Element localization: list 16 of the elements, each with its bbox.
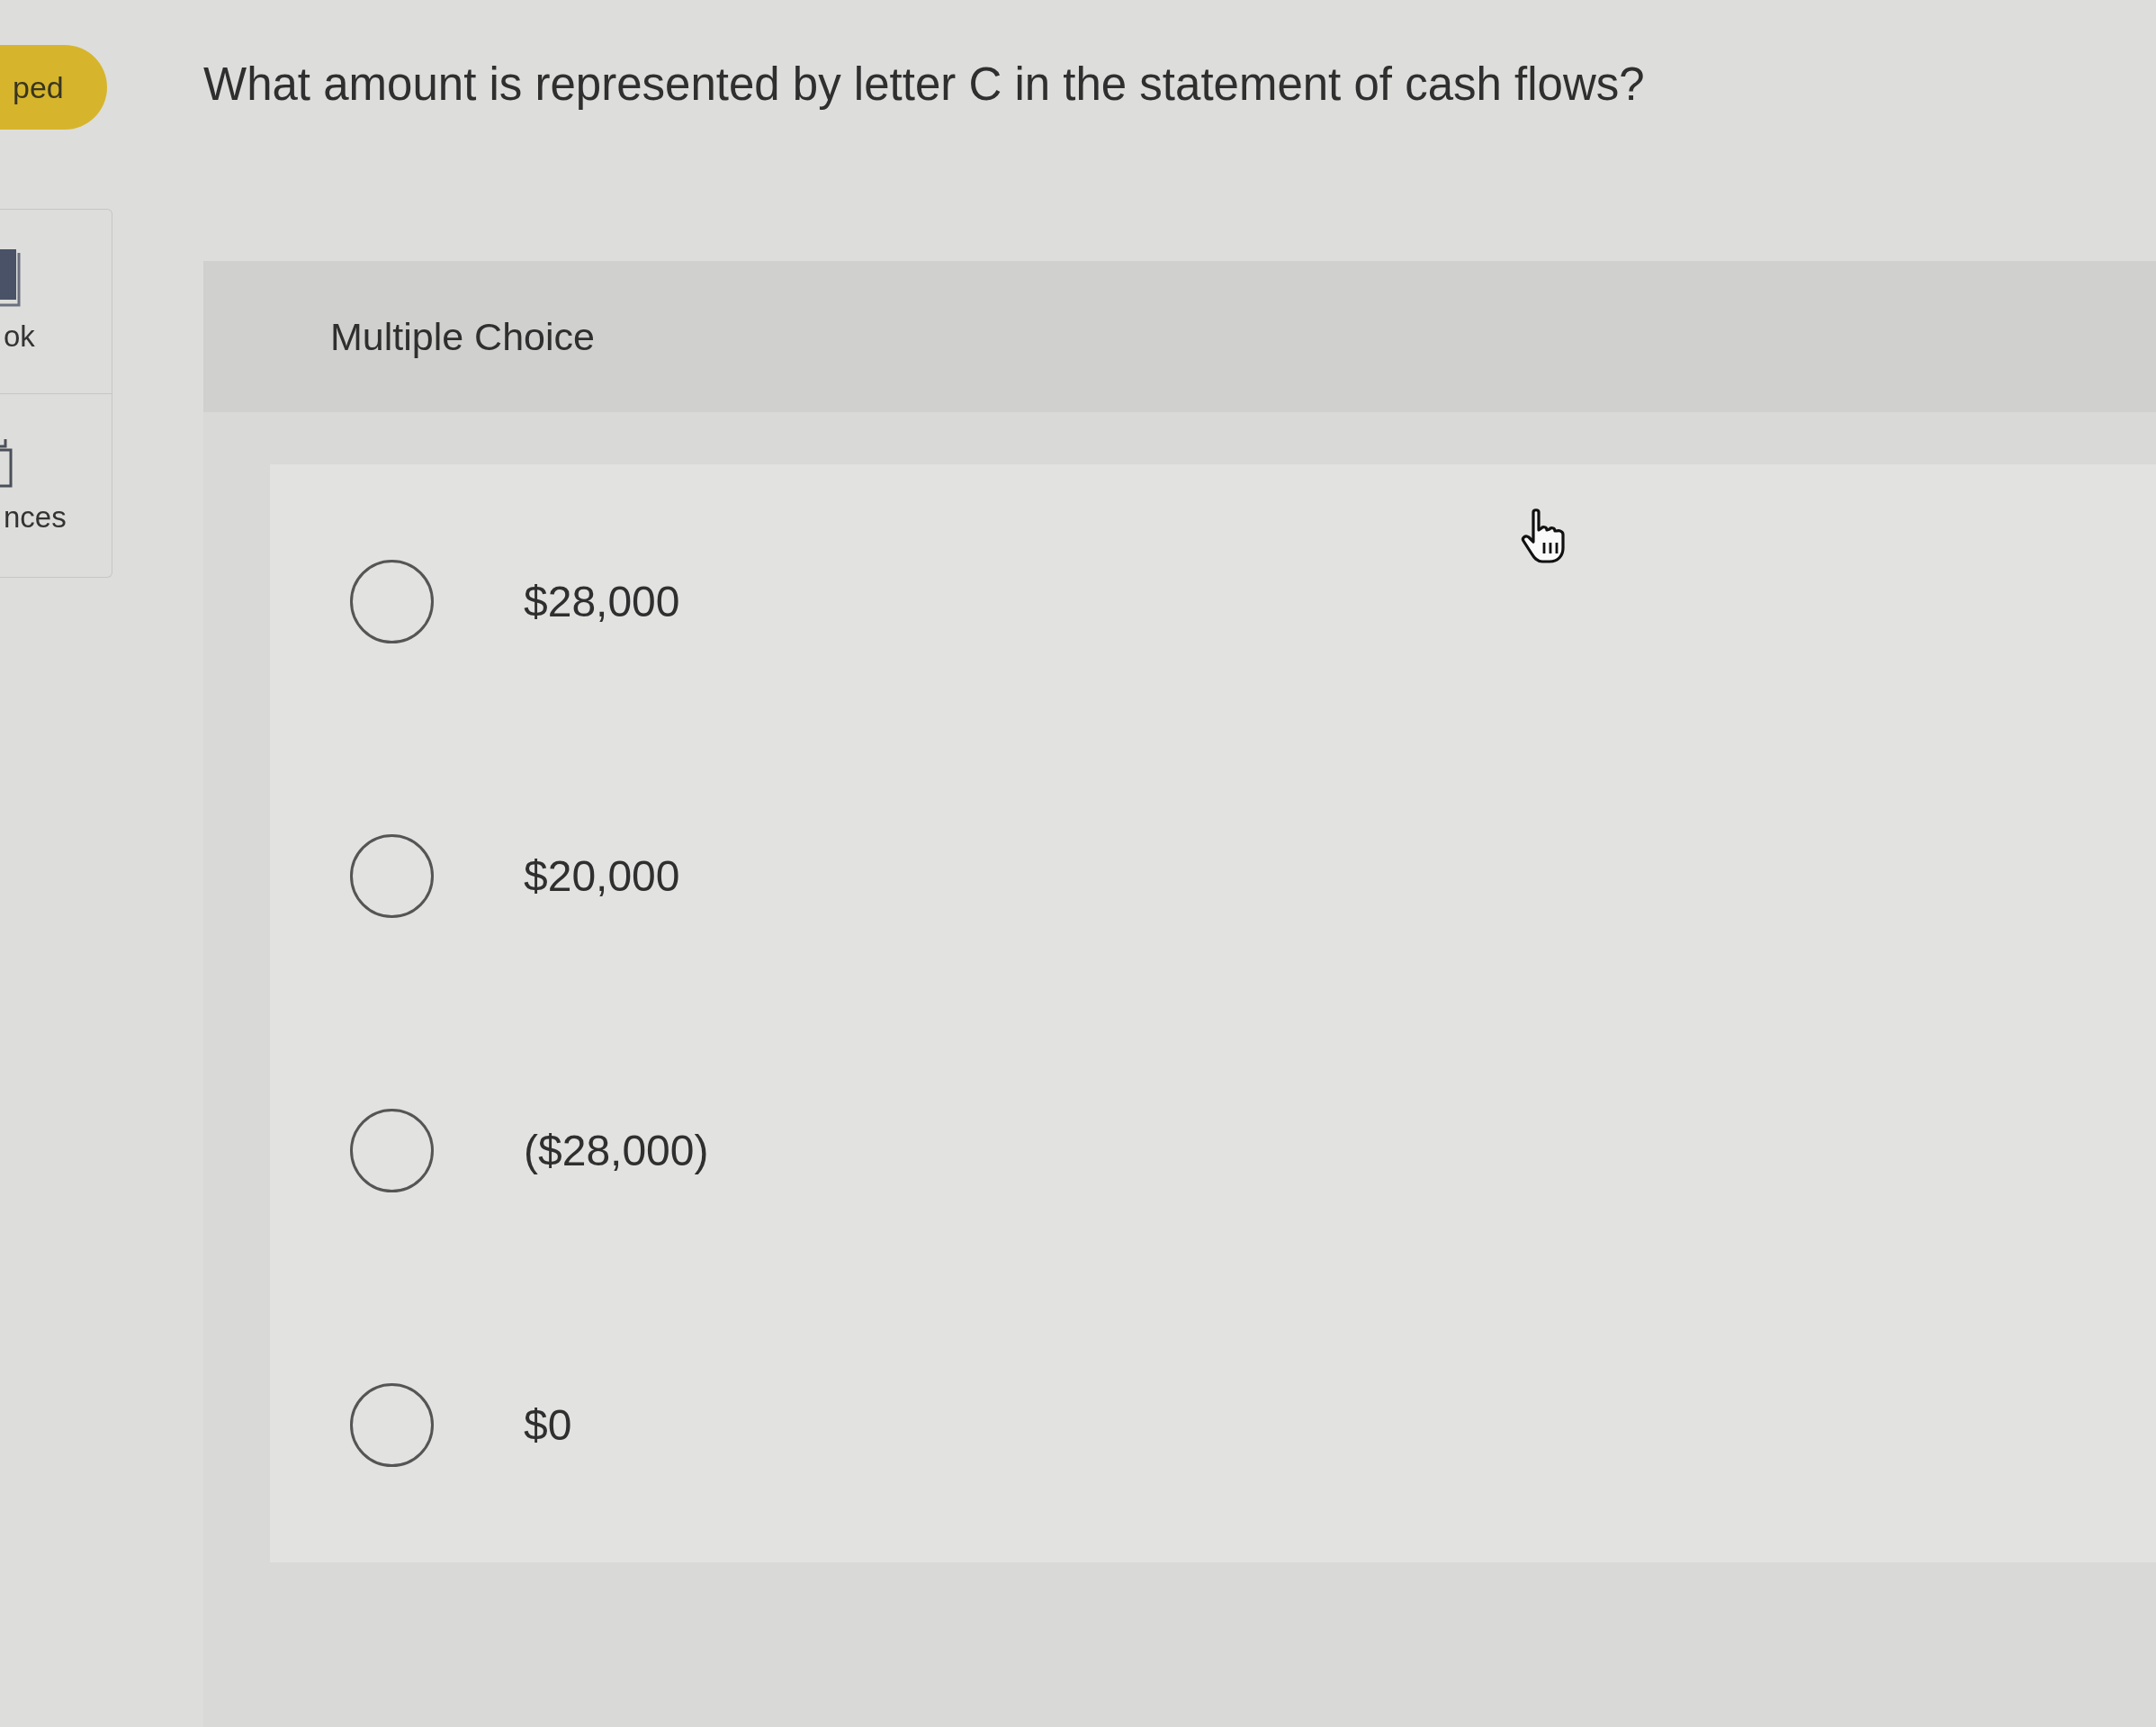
radio-button[interactable] [350, 1383, 434, 1467]
option-label: $28,000 [524, 576, 680, 627]
clipboard-icon [0, 436, 14, 488]
book-icon [0, 249, 22, 307]
hand-cursor-icon [1519, 508, 1568, 564]
radio-button[interactable] [350, 1109, 434, 1192]
sidebar-item[interactable]: nces [0, 393, 112, 577]
status-badge: ped [0, 45, 107, 130]
radio-button[interactable] [350, 560, 434, 643]
option-label: $20,000 [524, 850, 680, 902]
radio-button[interactable] [350, 834, 434, 918]
question-text: What amount is represented by letter C in the statement of cash flows? [203, 58, 1645, 110]
option-label: ($28,000) [524, 1125, 709, 1176]
option-label: $0 [524, 1399, 572, 1451]
panel-heading: Multiple Choice [330, 313, 595, 360]
sidebar-item[interactable]: ok [0, 210, 112, 393]
